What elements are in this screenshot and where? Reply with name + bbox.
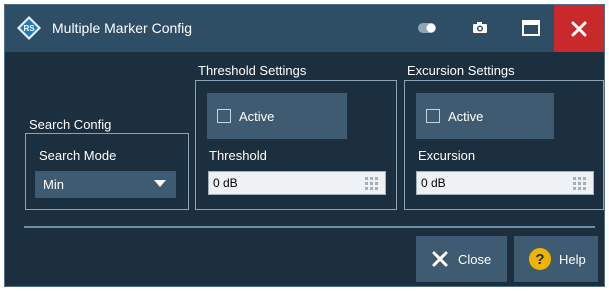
excursion-active-checkbox[interactable] [426, 109, 440, 123]
threshold-active-checkbox[interactable] [217, 109, 231, 123]
svg-text:?: ? [535, 251, 544, 268]
excursion-input[interactable]: 0 dB [416, 171, 594, 195]
title-bar[interactable]: RS Multiple Marker Config [5, 5, 604, 52]
threshold-input[interactable]: 0 dB [208, 171, 386, 195]
separator-line [24, 226, 595, 228]
excursion-settings-group-label: Excursion Settings [407, 63, 515, 78]
toggle-icon[interactable] [417, 19, 437, 37]
excursion-label: Excursion [418, 148, 476, 163]
excursion-active-label: Active [448, 108, 484, 124]
search-mode-value: Min [43, 177, 64, 192]
close-icon [432, 251, 448, 267]
threshold-active-toggle[interactable]: Active [207, 93, 347, 139]
app-logo-icon: RS [16, 15, 42, 41]
search-mode-select[interactable]: Min [35, 171, 176, 198]
close-button[interactable]: Close [416, 236, 507, 282]
close-icon [571, 21, 587, 36]
threshold-settings-group-label: Threshold Settings [198, 63, 307, 78]
excursion-active-toggle[interactable]: Active [416, 93, 554, 139]
search-mode-label: Search Mode [39, 148, 117, 163]
threshold-value: 0 dB [213, 176, 238, 190]
help-icon: ? [529, 248, 551, 270]
keypad-icon[interactable] [365, 177, 379, 191]
window-title: Multiple Marker Config [52, 20, 193, 36]
keypad-icon[interactable] [573, 177, 587, 191]
close-window-button[interactable] [554, 5, 604, 52]
maximize-icon[interactable] [521, 19, 541, 37]
svg-text:RS: RS [23, 24, 35, 33]
help-button-label: Help [559, 251, 586, 267]
help-button[interactable]: ? Help [514, 236, 598, 282]
multiple-marker-config-dialog: RS Multiple Marker Config Search Config … [4, 4, 605, 287]
close-button-label: Close [458, 251, 492, 267]
excursion-value: 0 dB [421, 176, 446, 190]
search-config-group-label: Search Config [29, 117, 112, 132]
threshold-active-label: Active [239, 108, 275, 124]
chevron-down-icon [154, 180, 166, 187]
camera-icon[interactable] [470, 19, 490, 37]
threshold-label: Threshold [209, 148, 267, 163]
